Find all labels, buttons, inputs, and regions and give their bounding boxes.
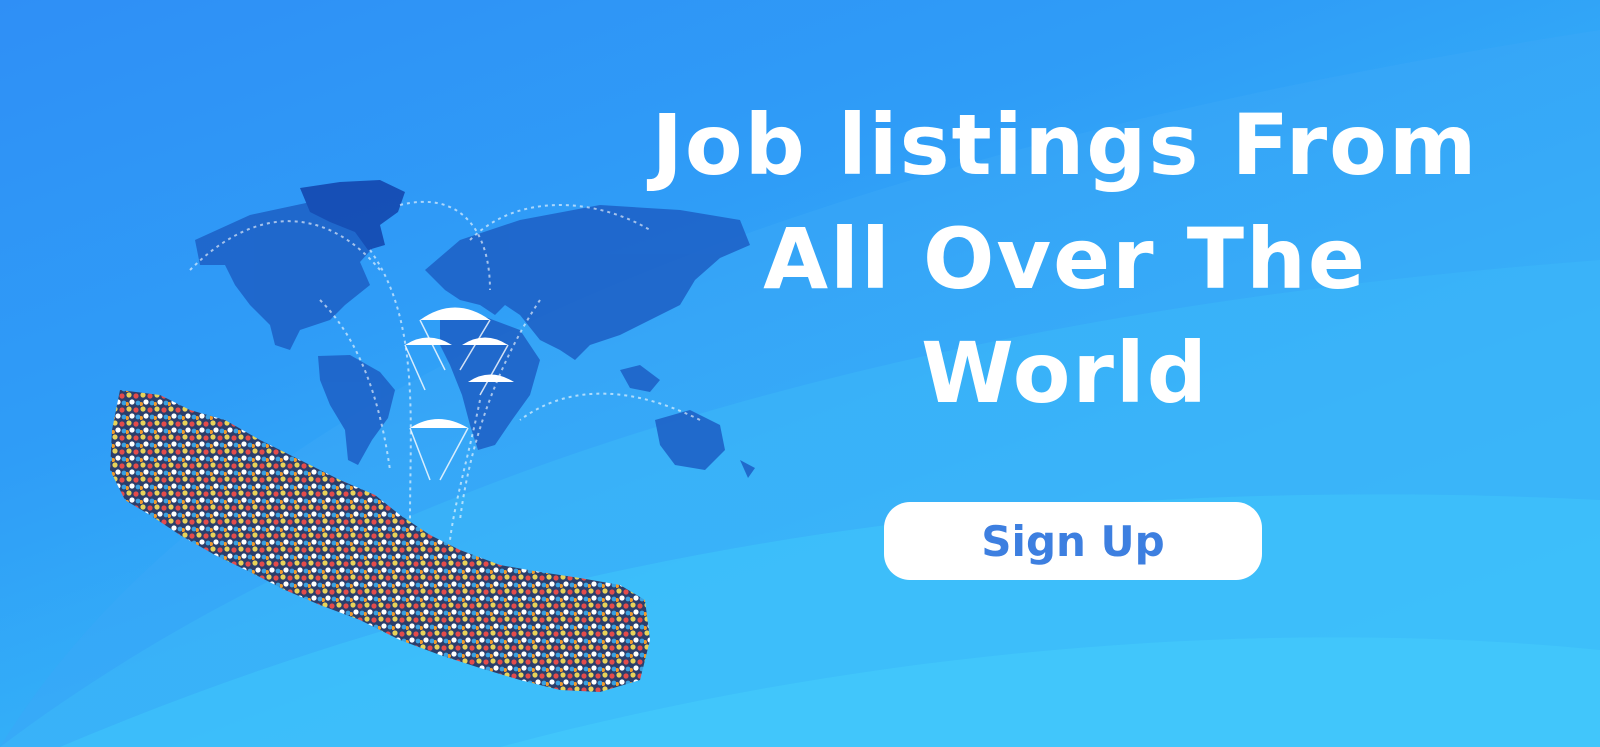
headline-line-3: World [921,324,1209,422]
headline: Job listings From All Over The World [615,88,1515,430]
headline-line-1: Job listings From [651,96,1479,194]
headline-line-2: All Over The [763,210,1367,308]
sign-up-button[interactable]: Sign Up [884,502,1262,580]
job-listings-banner: Job listings From All Over The World Sig… [0,0,1600,747]
